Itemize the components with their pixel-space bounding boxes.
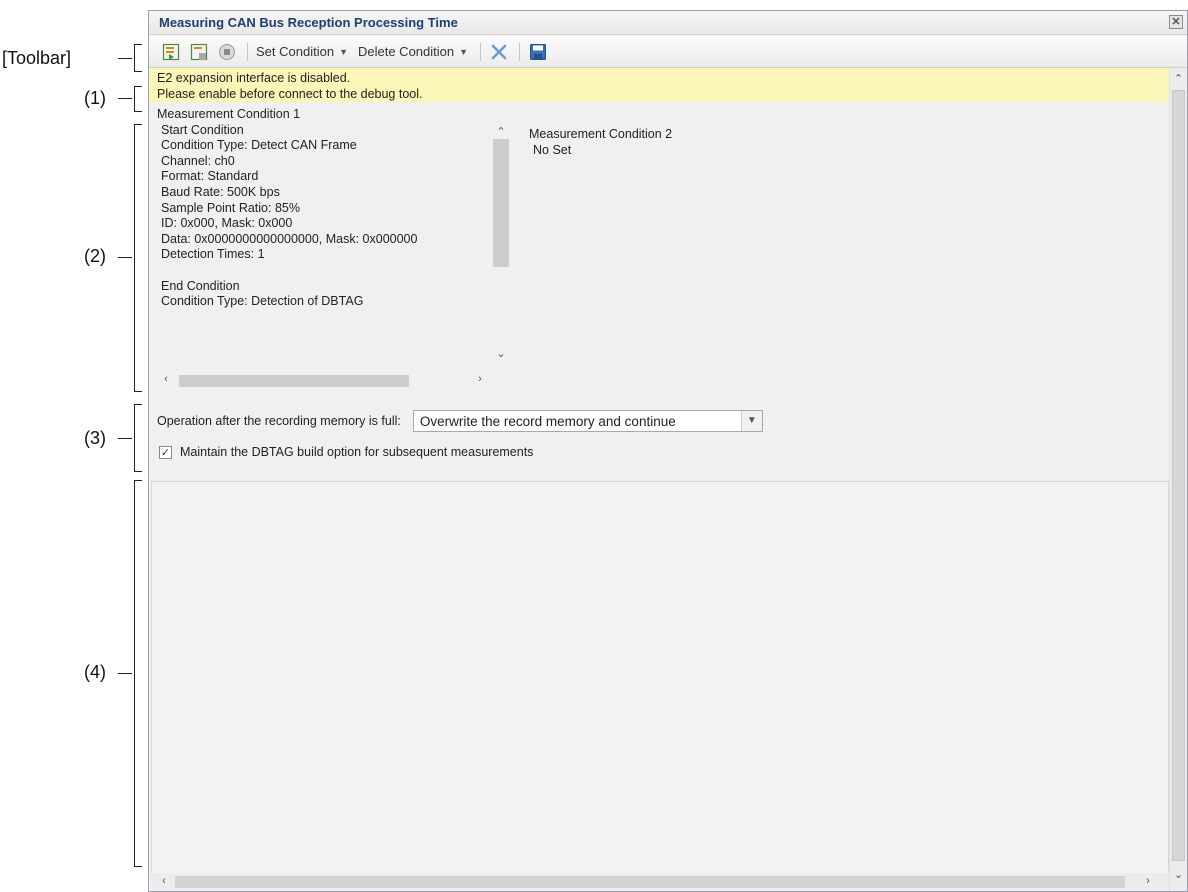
callout-bracket-3 <box>134 404 135 472</box>
dbtag-checkbox-label: Maintain the DBTAG build option for subs… <box>180 445 534 459</box>
toolbar-separator <box>247 42 248 61</box>
toolbar-separator <box>519 42 521 61</box>
dbtag-checkbox[interactable]: ✓ <box>159 445 172 459</box>
condition-line: Measurement Condition 1 <box>157 107 301 121</box>
condition1-vertical-scrollbar[interactable]: ⌃ ⌄ <box>491 125 511 360</box>
scroll-up-icon[interactable]: ⌃ <box>491 125 511 138</box>
condition-line: End Condition <box>161 278 240 293</box>
scroll-down-icon[interactable]: ⌄ <box>491 347 511 360</box>
measurement-result-area <box>151 481 1169 876</box>
condition-line: Sample Point Ratio: 85% <box>161 200 300 215</box>
condition-line: Condition Type: Detect CAN Frame <box>161 138 357 153</box>
callout-line-toolbar <box>118 58 132 59</box>
condition1-horizontal-scrollbar[interactable]: ‹ › <box>157 373 485 389</box>
condition-line: Detection Times: 1 <box>161 247 265 262</box>
callout-bracket-4 <box>134 480 135 867</box>
scroll-right-icon[interactable]: › <box>1141 875 1155 887</box>
measurement-window: Measuring CAN Bus Reception Processing T… <box>148 10 1188 892</box>
callout-line-3 <box>118 438 132 439</box>
set-condition-button[interactable]: Set Condition ▼ <box>256 44 348 59</box>
warning-banner: E2 expansion interface is disabled. Plea… <box>149 68 1187 102</box>
condition-line: Start Condition <box>161 122 244 137</box>
callout-tick <box>134 44 142 45</box>
close-button[interactable]: ✕ <box>1169 15 1183 29</box>
condition-line: Data: 0x0000000000000000, Mask: 0x000000 <box>161 231 418 246</box>
result-horizontal-scrollbar[interactable]: ‹ › <box>151 873 1169 891</box>
callout-tick <box>134 71 142 72</box>
start-measurement-icon[interactable] <box>161 42 181 62</box>
window-title-text: Measuring CAN Bus Reception Processing T… <box>159 15 458 30</box>
callout-1: (1) <box>84 88 106 108</box>
toolbar: Set Condition ▼ Delete Condition ▼ <box>149 36 1187 68</box>
callout-line-1 <box>118 98 132 99</box>
callout-4: (4) <box>84 662 106 682</box>
memory-full-label: Operation after the recording memory is … <box>157 414 401 428</box>
condition-line <box>157 263 512 279</box>
scrollbar-thumb[interactable] <box>175 876 1125 888</box>
scroll-left-icon[interactable]: ‹ <box>157 875 171 887</box>
delete-condition-label: Delete Condition <box>357 44 455 59</box>
condition2-title: Measurement Condition 2 <box>529 127 673 141</box>
callout-toolbar: [Toolbar] <box>2 48 72 68</box>
warning-line-2: Please enable before connect to the debu… <box>157 87 423 101</box>
callout-3: (3) <box>84 428 106 448</box>
scroll-down-icon[interactable]: ⌄ <box>1170 868 1187 881</box>
clear-icon[interactable] <box>217 42 237 62</box>
measurement-condition-1: Measurement Condition 1 Start Condition … <box>157 107 512 373</box>
callout-bracket-1 <box>134 86 135 112</box>
condition-line: Channel: ch0 <box>161 153 235 168</box>
measurement-condition-2: Measurement Condition 2 No Set <box>529 127 672 158</box>
callout-bracket-2 <box>134 124 135 392</box>
warning-line-1: E2 expansion interface is disabled. <box>157 71 351 85</box>
condition-line: Condition Type: Detection of DBTAG <box>161 294 364 309</box>
chevron-down-icon: ▼ <box>339 46 348 57</box>
toolbar-separator <box>480 42 482 61</box>
scroll-left-icon[interactable]: ‹ <box>159 373 173 385</box>
memory-full-selected: Overwrite the record memory and continue <box>419 413 676 429</box>
chevron-down-icon[interactable]: ▼ <box>740 411 762 431</box>
callout-line-2 <box>118 257 132 258</box>
callout-2: (2) <box>84 246 106 266</box>
window-title: Measuring CAN Bus Reception Processing T… <box>149 11 1187 35</box>
chevron-down-icon: ▼ <box>459 46 469 57</box>
condition2-value: No Set <box>533 142 572 157</box>
scroll-up-icon[interactable]: ⌃ <box>1170 72 1187 85</box>
callout-line-4 <box>118 673 132 674</box>
callout-tick <box>134 471 142 472</box>
scrollbar-thumb[interactable] <box>1172 90 1185 861</box>
callout-tick <box>134 124 142 125</box>
condition-line: ID: 0x000, Mask: 0x000 <box>161 216 293 231</box>
condition-line: Baud Rate: 500K bps <box>161 184 280 199</box>
scrollbar-thumb[interactable] <box>493 139 509 267</box>
delete-icon[interactable] <box>489 42 509 62</box>
dbtag-option: ✓ Maintain the DBTAG build option for su… <box>159 445 533 459</box>
stop-measurement-icon[interactable] <box>189 42 209 62</box>
main-vertical-scrollbar[interactable]: ⌃ ⌄ <box>1169 68 1187 891</box>
memory-full-select[interactable]: Overwrite the record memory and continue… <box>412 410 763 432</box>
scrollbar-thumb[interactable] <box>179 375 409 387</box>
callout-tick <box>134 391 142 392</box>
scroll-right-icon[interactable]: › <box>473 373 487 385</box>
callout-tick <box>134 480 142 481</box>
callout-bracket-toolbar <box>134 44 135 72</box>
callout-tick <box>134 86 142 87</box>
condition-line: Format: Standard <box>161 169 259 184</box>
callout-tick <box>134 111 142 112</box>
set-condition-label: Set Condition <box>256 44 335 59</box>
callout-tick <box>134 404 142 405</box>
callout-tick <box>134 866 142 867</box>
memory-full-option: Operation after the recording memory is … <box>157 409 763 433</box>
delete-condition-button[interactable]: Delete Condition ▼ <box>358 44 468 59</box>
save-icon[interactable] <box>528 42 548 62</box>
